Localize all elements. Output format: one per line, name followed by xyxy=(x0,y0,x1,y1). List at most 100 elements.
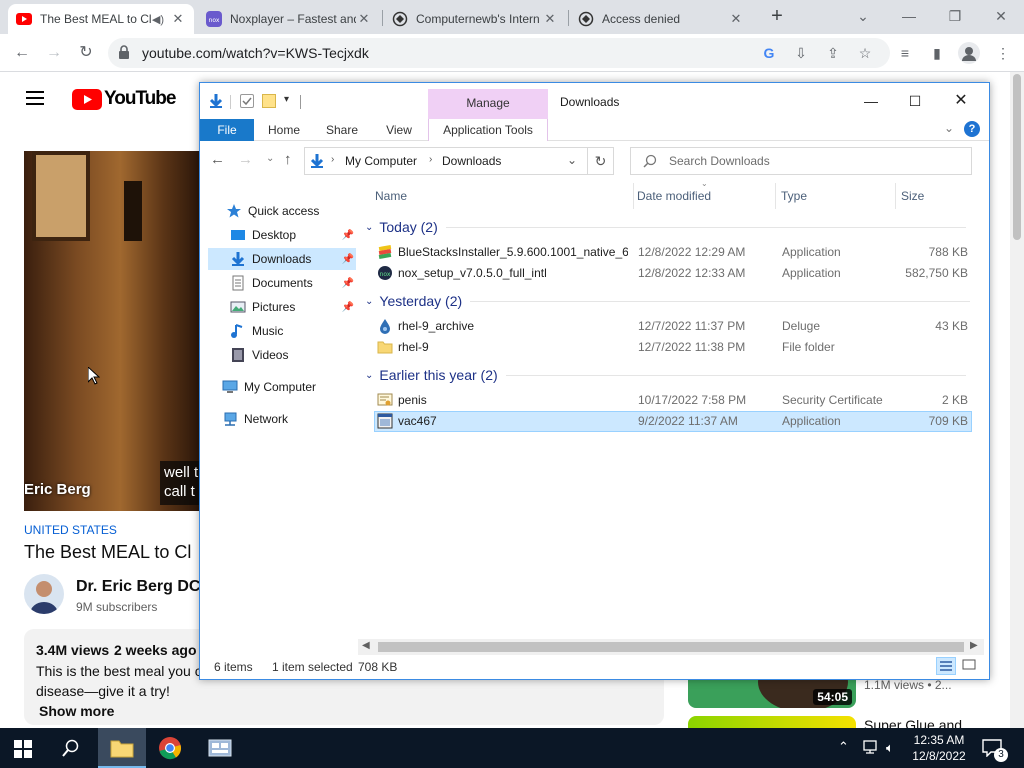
channel-name[interactable]: Dr. Eric Berg DC xyxy=(76,578,200,596)
close-tab-icon[interactable]: ✕ xyxy=(356,11,372,27)
show-hidden-icons-chevron-icon[interactable]: ⌃ xyxy=(838,739,849,755)
column-divider[interactable] xyxy=(633,183,634,209)
more-menu-icon[interactable]: ⋮ xyxy=(994,44,1012,62)
collapse-chevron-icon[interactable]: ⌄ xyxy=(365,222,373,233)
tab-view[interactable]: View xyxy=(376,119,422,141)
nav-pictures[interactable]: Pictures 📌 xyxy=(208,296,356,318)
tab-computernewb[interactable]: Computernewb's Intern ✕ xyxy=(384,4,566,34)
google-lens-icon[interactable]: G xyxy=(760,44,778,62)
url-text[interactable]: youtube.com/watch?v=KWS-Tecjxdk xyxy=(142,45,369,61)
restore-icon[interactable]: ❐ xyxy=(932,0,978,34)
new-tab-button[interactable]: + xyxy=(766,6,788,28)
scroll-right-icon[interactable]: ▶ xyxy=(970,640,978,651)
file-row[interactable]: rhel-9 12/7/2022 11:38 PM File folder xyxy=(374,337,972,358)
related-thumbnail[interactable] xyxy=(688,716,856,728)
youtube-logo[interactable]: YouTube xyxy=(72,88,176,110)
collapse-chevron-icon[interactable]: ⌄ xyxy=(365,296,373,307)
tab-youtube[interactable]: The Best MEAL to Cl ◀) ✕ xyxy=(8,4,194,34)
channel-avatar[interactable] xyxy=(24,574,64,614)
refresh-button[interactable]: ↻ xyxy=(588,147,614,175)
show-more-button[interactable]: Show more xyxy=(39,703,114,719)
tab-file[interactable]: File xyxy=(200,119,254,141)
location-tag[interactable]: UNITED STATES xyxy=(24,523,117,537)
pin-icon[interactable]: 📌 xyxy=(342,230,354,241)
file-row[interactable]: nox nox_setup_v7.0.5.0_full_intl 12/8/20… xyxy=(374,263,972,284)
close-tab-icon[interactable]: ✕ xyxy=(542,11,558,27)
address-box[interactable]: › My Computer › Downloads ⌄ xyxy=(304,147,588,175)
taskbar-file-explorer[interactable] xyxy=(98,728,146,768)
media-controls-icon[interactable]: ≡ xyxy=(896,44,914,62)
network-icon[interactable] xyxy=(862,739,880,755)
horizontal-scrollbar[interactable]: ◀ ▶ xyxy=(358,639,984,655)
page-scrollbar-thumb[interactable] xyxy=(1013,74,1021,240)
expand-ribbon-icon[interactable]: ⌄ xyxy=(944,121,954,135)
group-header-yesterday[interactable]: ⌄ Yesterday (2) xyxy=(365,293,971,309)
nav-desktop[interactable]: Desktop 📌 xyxy=(208,224,356,246)
related-title[interactable]: Super Glue and xyxy=(864,717,962,728)
file-row[interactable]: BlueStacksInstaller_5.9.600.1001_native_… xyxy=(374,242,972,263)
maximize-icon[interactable]: ☐ xyxy=(900,87,930,115)
chrome-icon[interactable] xyxy=(158,736,182,760)
share-icon[interactable]: ⇪ xyxy=(824,44,842,62)
profile-avatar[interactable] xyxy=(958,42,980,64)
pin-icon[interactable]: 📌 xyxy=(342,302,354,313)
nav-music[interactable]: Music xyxy=(208,320,356,342)
tab-share[interactable]: Share xyxy=(318,119,366,141)
nav-documents[interactable]: Documents 📌 xyxy=(208,272,356,294)
nav-videos[interactable]: Videos xyxy=(208,344,356,366)
pin-icon[interactable]: 📌 xyxy=(342,254,354,265)
quick-access-toolbar-dropdown-icon[interactable]: ▾ xyxy=(284,94,289,105)
file-row[interactable]: penis 10/17/2022 7:58 PM Security Certif… xyxy=(374,390,972,411)
large-icons-view-icon[interactable] xyxy=(960,657,980,675)
windows-start-icon[interactable] xyxy=(14,740,32,758)
back-button[interactable]: ← xyxy=(210,151,225,168)
manage-context-label[interactable]: Manage xyxy=(428,96,548,110)
column-divider[interactable] xyxy=(895,183,896,209)
pin-icon[interactable]: 📌 xyxy=(342,278,354,289)
file-row-selected[interactable]: vac467 9/2/2022 11:37 AM Application 709… xyxy=(374,411,972,432)
column-size[interactable]: Size xyxy=(901,189,924,203)
scroll-left-icon[interactable]: ◀ xyxy=(362,640,370,651)
collapse-chevron-icon[interactable]: ⌄ xyxy=(365,370,373,381)
close-tab-icon[interactable]: ✕ xyxy=(728,11,744,27)
video-player[interactable]: Eric Berg well t call t xyxy=(24,151,199,511)
bookmark-star-icon[interactable]: ☆ xyxy=(856,44,874,62)
reload-button[interactable]: ↻ xyxy=(74,41,98,65)
back-button[interactable]: ← xyxy=(10,41,34,65)
column-type[interactable]: Type xyxy=(781,189,807,203)
search-box[interactable]: Search Downloads xyxy=(630,147,972,175)
properties-icon[interactable] xyxy=(240,94,254,108)
tab-application-tools[interactable]: Application Tools xyxy=(428,119,548,141)
close-window-icon[interactable]: ✕ xyxy=(978,0,1024,34)
nav-my-computer[interactable]: My Computer xyxy=(208,376,356,398)
tab-access-denied[interactable]: Access denied ✕ xyxy=(570,4,752,34)
nav-network[interactable]: Network xyxy=(208,408,356,430)
volume-icon[interactable]: 🔈︎ xyxy=(886,740,894,756)
hamburger-menu-icon[interactable] xyxy=(26,90,46,106)
side-panel-icon[interactable]: ▮ xyxy=(928,44,946,62)
clock[interactable]: 12:35 AM 12/8/2022 xyxy=(908,732,970,764)
nav-downloads[interactable]: Downloads 📌 xyxy=(208,248,356,270)
lock-icon[interactable] xyxy=(118,45,130,59)
up-folder-button[interactable]: ↑ xyxy=(284,151,292,168)
forward-button[interactable]: → xyxy=(238,151,253,168)
file-row[interactable]: rhel-9_archive 12/7/2022 11:37 PM Deluge… xyxy=(374,316,972,337)
forward-button[interactable]: → xyxy=(42,41,66,65)
control-panel-icon[interactable] xyxy=(208,737,232,759)
new-folder-icon[interactable] xyxy=(262,94,276,108)
column-date-modified[interactable]: Date modified xyxy=(637,189,711,203)
breadcrumb-my-computer[interactable]: My Computer xyxy=(345,154,417,168)
minimize-icon[interactable]: — xyxy=(886,0,932,34)
column-divider[interactable] xyxy=(775,183,776,209)
tab-noxplayer[interactable]: nox Noxplayer – Fastest and ✕ xyxy=(198,4,380,34)
tab-home[interactable]: Home xyxy=(260,119,308,141)
minimize-icon[interactable]: — xyxy=(856,87,886,115)
tab-search-chevron-icon[interactable]: ⌄ xyxy=(840,0,886,34)
close-tab-icon[interactable]: ✕ xyxy=(170,11,186,27)
scrollbar-thumb[interactable] xyxy=(378,642,964,652)
recent-locations-icon[interactable]: ⌄ xyxy=(266,153,274,164)
column-name[interactable]: Name xyxy=(375,189,407,203)
help-icon[interactable]: ? xyxy=(964,121,980,137)
group-header-today[interactable]: ⌄ Today (2) xyxy=(365,219,966,235)
nav-quick-access[interactable]: Quick access xyxy=(208,200,356,222)
